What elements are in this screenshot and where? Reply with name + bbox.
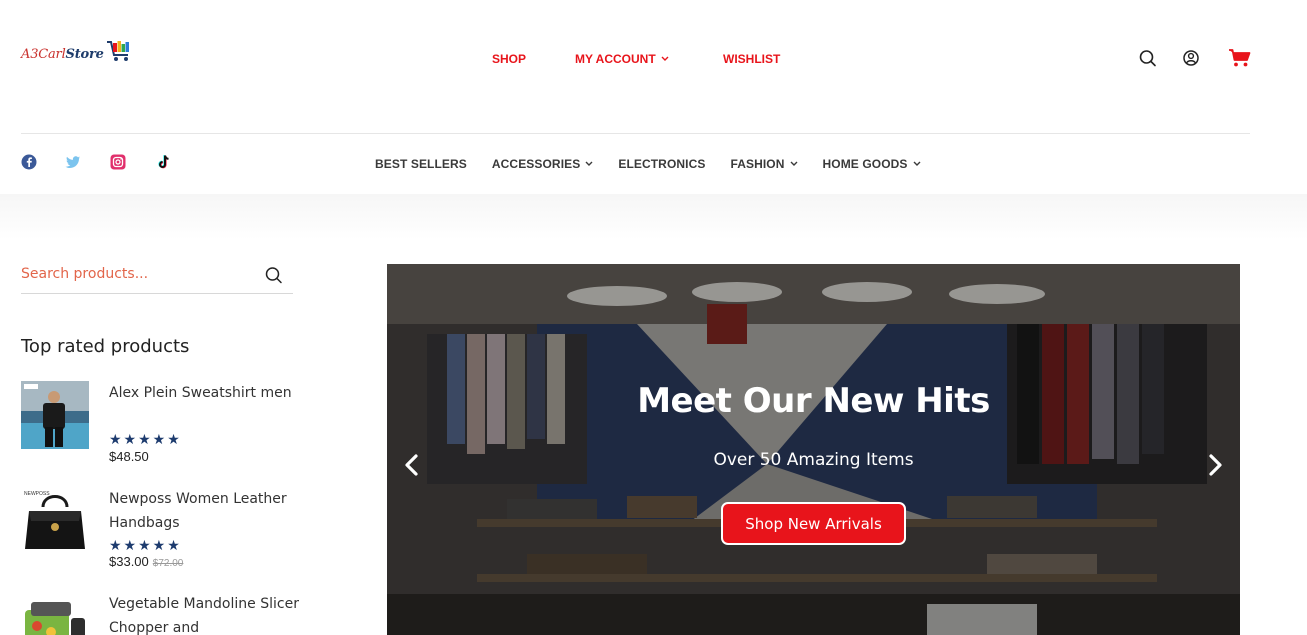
product-item: Alex Plein Sweatshirt men ★★★★★ $48.50 [21,381,301,464]
product-item: NEWPOSS Newposs Women Leather Handbags ★… [21,487,301,569]
chevron-down-icon [790,161,797,166]
header-divider [21,133,1250,134]
product-old-price: $72.00 [152,558,184,569]
chevron-down-icon [913,161,921,166]
product-thumbnail[interactable] [21,592,89,635]
chevron-down-icon [585,161,593,166]
nav-my-account[interactable]: MY ACCOUNT [575,52,723,66]
cat-electronics[interactable]: ELECTRONICS [618,157,705,171]
search-input[interactable] [21,259,261,289]
account-icon[interactable] [1183,48,1201,68]
product-title[interactable]: Alex Plein Sweatshirt men [109,381,299,405]
product-price: $48.50 [109,449,149,464]
section-shade [0,194,1307,240]
product-title[interactable]: Newposs Women Leather Handbags [109,487,299,535]
product-title[interactable]: Vegetable Mandoline Slicer Chopper and [109,592,299,635]
product-price: $33.00 $72.00 [109,554,184,569]
product-thumbnail[interactable] [21,381,89,449]
site-logo[interactable]: A3CarlStore [21,41,133,64]
tiktok-icon[interactable] [156,154,172,170]
shop-new-arrivals-button[interactable]: Shop New Arrivals [721,502,906,545]
search-icon[interactable] [265,265,283,285]
product-search [21,259,293,294]
category-nav: BEST SELLERS ACCESSORIES ELECTRONICS FAS… [375,157,946,171]
cat-accessories[interactable]: ACCESSORIES [492,157,593,171]
hero-headline: Meet Our New Hits [637,381,990,421]
logo-text: A3CarlStore [21,46,104,62]
main-nav: SHOP MY ACCOUNT WISHLIST [492,52,780,66]
nav-wishlist[interactable]: WISHLIST [723,52,780,66]
rating-stars: ★★★★★ [109,431,182,447]
facebook-icon[interactable] [21,154,37,170]
product-thumbnail[interactable]: NEWPOSS [21,487,89,555]
chevron-down-icon [661,56,669,61]
top-rated-title: Top rated products [21,336,190,357]
rating-stars: ★★★★★ [109,537,182,553]
hero-subheadline: Over 50 Amazing Items [713,450,914,470]
product-item: Vegetable Mandoline Slicer Chopper and [21,592,301,635]
search-icon[interactable] [1139,48,1157,68]
cat-fashion[interactable]: FASHION [730,157,797,171]
header-actions [1137,48,1253,70]
cat-home-goods[interactable]: HOME GOODS [823,157,921,171]
svg-text:NEWPOSS: NEWPOSS [24,491,50,497]
logo-cart-icon [106,41,129,61]
hero-slider: Meet Our New Hits Over 50 Amazing Items … [387,264,1240,635]
instagram-icon[interactable] [110,154,126,170]
site-header: A3CarlStore SHOP MY ACCOUNT WISHLIST [0,0,1307,134]
nav-shop[interactable]: SHOP [492,52,575,66]
cat-best-sellers[interactable]: BEST SELLERS [375,157,467,171]
twitter-icon[interactable] [65,154,81,170]
cart-icon[interactable] [1228,48,1252,68]
